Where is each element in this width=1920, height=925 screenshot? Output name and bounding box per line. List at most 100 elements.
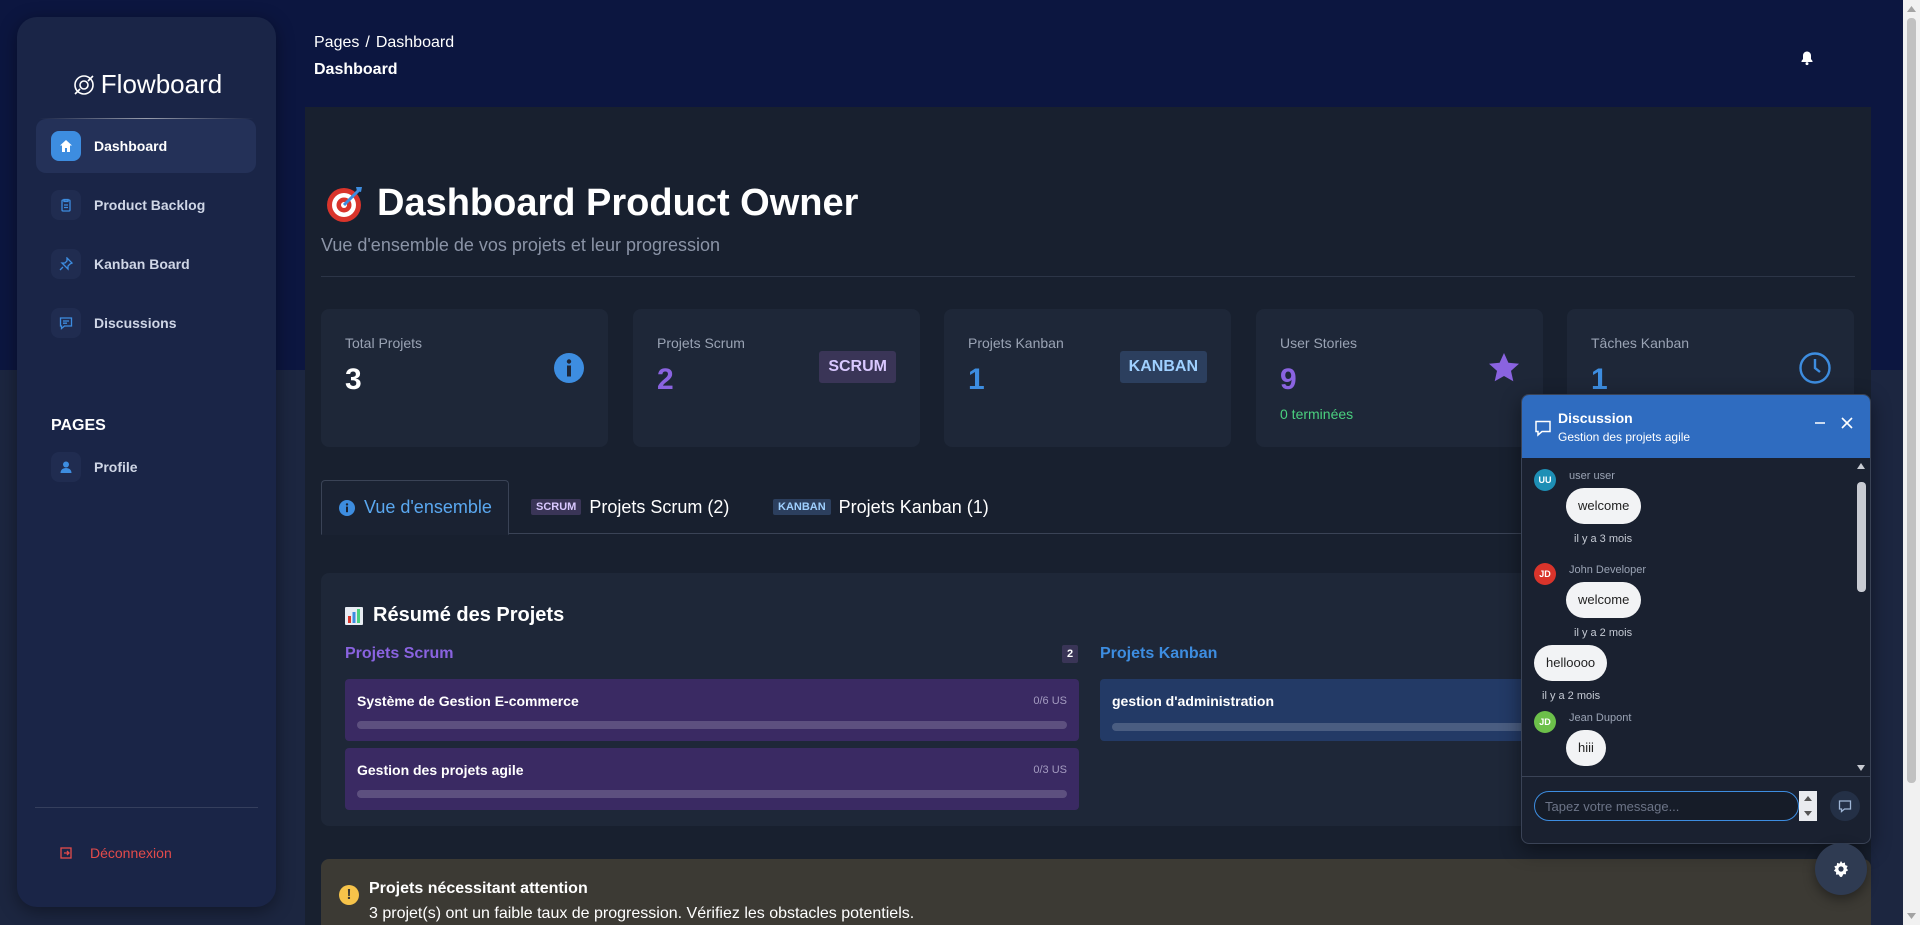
chat-title: Discussion	[1558, 410, 1633, 426]
logout-button[interactable]: Déconnexion	[60, 845, 172, 861]
alert-text: 3 projet(s) ont un faible taux de progre…	[369, 905, 915, 922]
sidebar-item-discussions[interactable]: Discussions	[36, 296, 256, 350]
kanban-column-title: Projets Kanban	[1100, 645, 1218, 662]
chevron-down-icon[interactable]	[1907, 913, 1916, 920]
chevron-up-icon[interactable]	[1856, 462, 1866, 470]
message-bubble: hiii	[1566, 730, 1606, 766]
stat-card-total-projects: Total Projets 3	[321, 309, 608, 447]
settings-button[interactable]	[1815, 843, 1867, 895]
info-icon	[554, 353, 584, 383]
clock-icon	[1799, 352, 1831, 384]
star-icon	[1489, 353, 1519, 382]
avatar: UU	[1534, 469, 1556, 491]
projects-summary: Résumé des Projets Projets Scrum 2 Proje…	[321, 573, 1571, 826]
avatar: JD	[1534, 563, 1556, 585]
chat-widget: Discussion Gestion des projets agile UU …	[1521, 394, 1871, 844]
breadcrumb-separator: /	[365, 34, 370, 51]
chat-icon	[1838, 800, 1852, 813]
message-time: il y a 2 mois	[1542, 690, 1601, 702]
chevron-up-icon[interactable]	[1907, 5, 1916, 12]
summary-title: Résumé des Projets	[345, 604, 564, 627]
stat-value: 1	[1591, 363, 1608, 396]
stat-value: 1	[968, 363, 985, 396]
stat-label: Tâches Kanban	[1591, 335, 1690, 351]
chat-subtitle: Gestion des projets agile	[1558, 430, 1691, 444]
scrum-column-title: Projets Scrum	[345, 645, 454, 662]
message-input[interactable]	[1534, 791, 1799, 821]
breadcrumb-item: Dashboard	[375, 34, 455, 51]
sidebar-item-label: Dashboard	[94, 138, 168, 154]
attention-alert: ! Projets nécessitant attention 3 projet…	[321, 859, 1871, 925]
breadcrumb: Pages / Dashboard	[314, 34, 454, 52]
sidebar-item-label: Profile	[94, 459, 138, 475]
sidebar-item-dashboard[interactable]: Dashboard	[36, 119, 256, 173]
chat-header: Discussion Gestion des projets agile	[1522, 395, 1870, 458]
progress-bar	[1112, 723, 1538, 731]
input-spinner[interactable]	[1799, 791, 1817, 821]
kanban-badge: KANBAN	[1119, 351, 1207, 383]
page-scrollbar[interactable]	[1903, 0, 1920, 925]
chat-messages: UU user user welcome il y a 3 mois JD Jo…	[1522, 458, 1852, 776]
kanban-badge: KANBAN	[773, 499, 831, 515]
stat-label: Projets Kanban	[968, 335, 1064, 351]
stat-value: 9	[1280, 363, 1297, 396]
sidebar-section-title: PAGES	[51, 417, 106, 434]
stat-value: 3	[345, 363, 362, 396]
sidebar-item-label: Discussions	[94, 315, 177, 331]
project-name: Gestion des projets agile	[357, 762, 524, 778]
bell-icon[interactable]	[1799, 50, 1815, 66]
tab-kanban-projects[interactable]: KANBAN Projets Kanban (1)	[773, 480, 989, 534]
dashboard-subtitle: Vue d'ensemble de vos projets et leur pr…	[321, 235, 720, 255]
scrum-count-badge: 2	[1062, 645, 1078, 663]
avatar: JD	[1534, 711, 1556, 733]
scroll-thumb[interactable]	[1857, 482, 1866, 592]
scrum-project-item[interactable]: Gestion des projets agile 0/3 US	[345, 748, 1079, 810]
stat-card-scrum-projects: Projets Scrum 2 SCRUM	[633, 309, 920, 447]
stat-card-user-stories: User Stories 9 0 terminées	[1256, 309, 1543, 447]
alert-title: Projets nécessitant attention	[369, 880, 588, 897]
minimize-icon[interactable]	[1812, 415, 1828, 431]
user-icon	[51, 452, 81, 482]
clipboard-icon	[51, 190, 81, 220]
target-icon	[327, 186, 362, 222]
message-author: user user	[1569, 470, 1615, 482]
info-icon	[339, 499, 355, 516]
message-bubble: welcome	[1566, 488, 1642, 524]
close-icon[interactable]	[1839, 415, 1855, 431]
message-author: John Developer	[1569, 564, 1647, 576]
stat-note: 0 terminées	[1280, 406, 1354, 422]
sidebar-item-label: Product Backlog	[94, 197, 206, 213]
message-author: Jean Dupont	[1569, 712, 1632, 724]
sidebar-item-kanban-board[interactable]: Kanban Board	[36, 237, 256, 291]
message-bubble: helloooo	[1534, 645, 1608, 681]
logout-label: Déconnexion	[90, 845, 172, 861]
tab-label: Projets Kanban (1)	[838, 496, 989, 517]
warning-icon: !	[339, 885, 359, 905]
sidebar-item-label: Kanban Board	[94, 256, 190, 272]
scroll-thumb[interactable]	[1907, 18, 1916, 783]
message-time: il y a 3 mois	[1574, 533, 1633, 545]
chat-scrollbar[interactable]	[1852, 458, 1870, 776]
sidebar-item-profile[interactable]: Profile	[36, 440, 256, 494]
scrum-project-item[interactable]: Système de Gestion E-commerce 0/6 US	[345, 679, 1079, 741]
page-heading: Dashboard Product Owner	[325, 182, 858, 225]
stat-label: Total Projets	[345, 335, 423, 351]
stat-value: 2	[657, 363, 674, 396]
progress-bar	[357, 721, 1067, 729]
bar-chart-icon	[345, 606, 363, 625]
send-button[interactable]	[1830, 791, 1860, 821]
tab-overview[interactable]: Vue d'ensemble	[321, 480, 509, 535]
tab-scrum-projects[interactable]: SCRUM Projets Scrum (2)	[531, 480, 729, 534]
chat-icon	[51, 308, 81, 338]
kanban-project-item[interactable]: gestion d'administration	[1100, 679, 1550, 741]
progress-bar	[357, 790, 1067, 798]
sidebar-item-product-backlog[interactable]: Product Backlog	[36, 178, 256, 232]
stat-label: User Stories	[1280, 335, 1358, 351]
home-icon	[51, 131, 81, 161]
chevron-down-icon[interactable]	[1856, 764, 1866, 772]
breadcrumb-item[interactable]: Pages	[314, 34, 359, 51]
tab-bar: Vue d'ensemble SCRUM Projets Scrum (2) K…	[321, 480, 1571, 535]
divider	[35, 807, 258, 808]
brand[interactable]: Flowboard	[17, 69, 276, 100]
stat-card-kanban-projects: Projets Kanban 1 KANBAN	[944, 309, 1231, 447]
